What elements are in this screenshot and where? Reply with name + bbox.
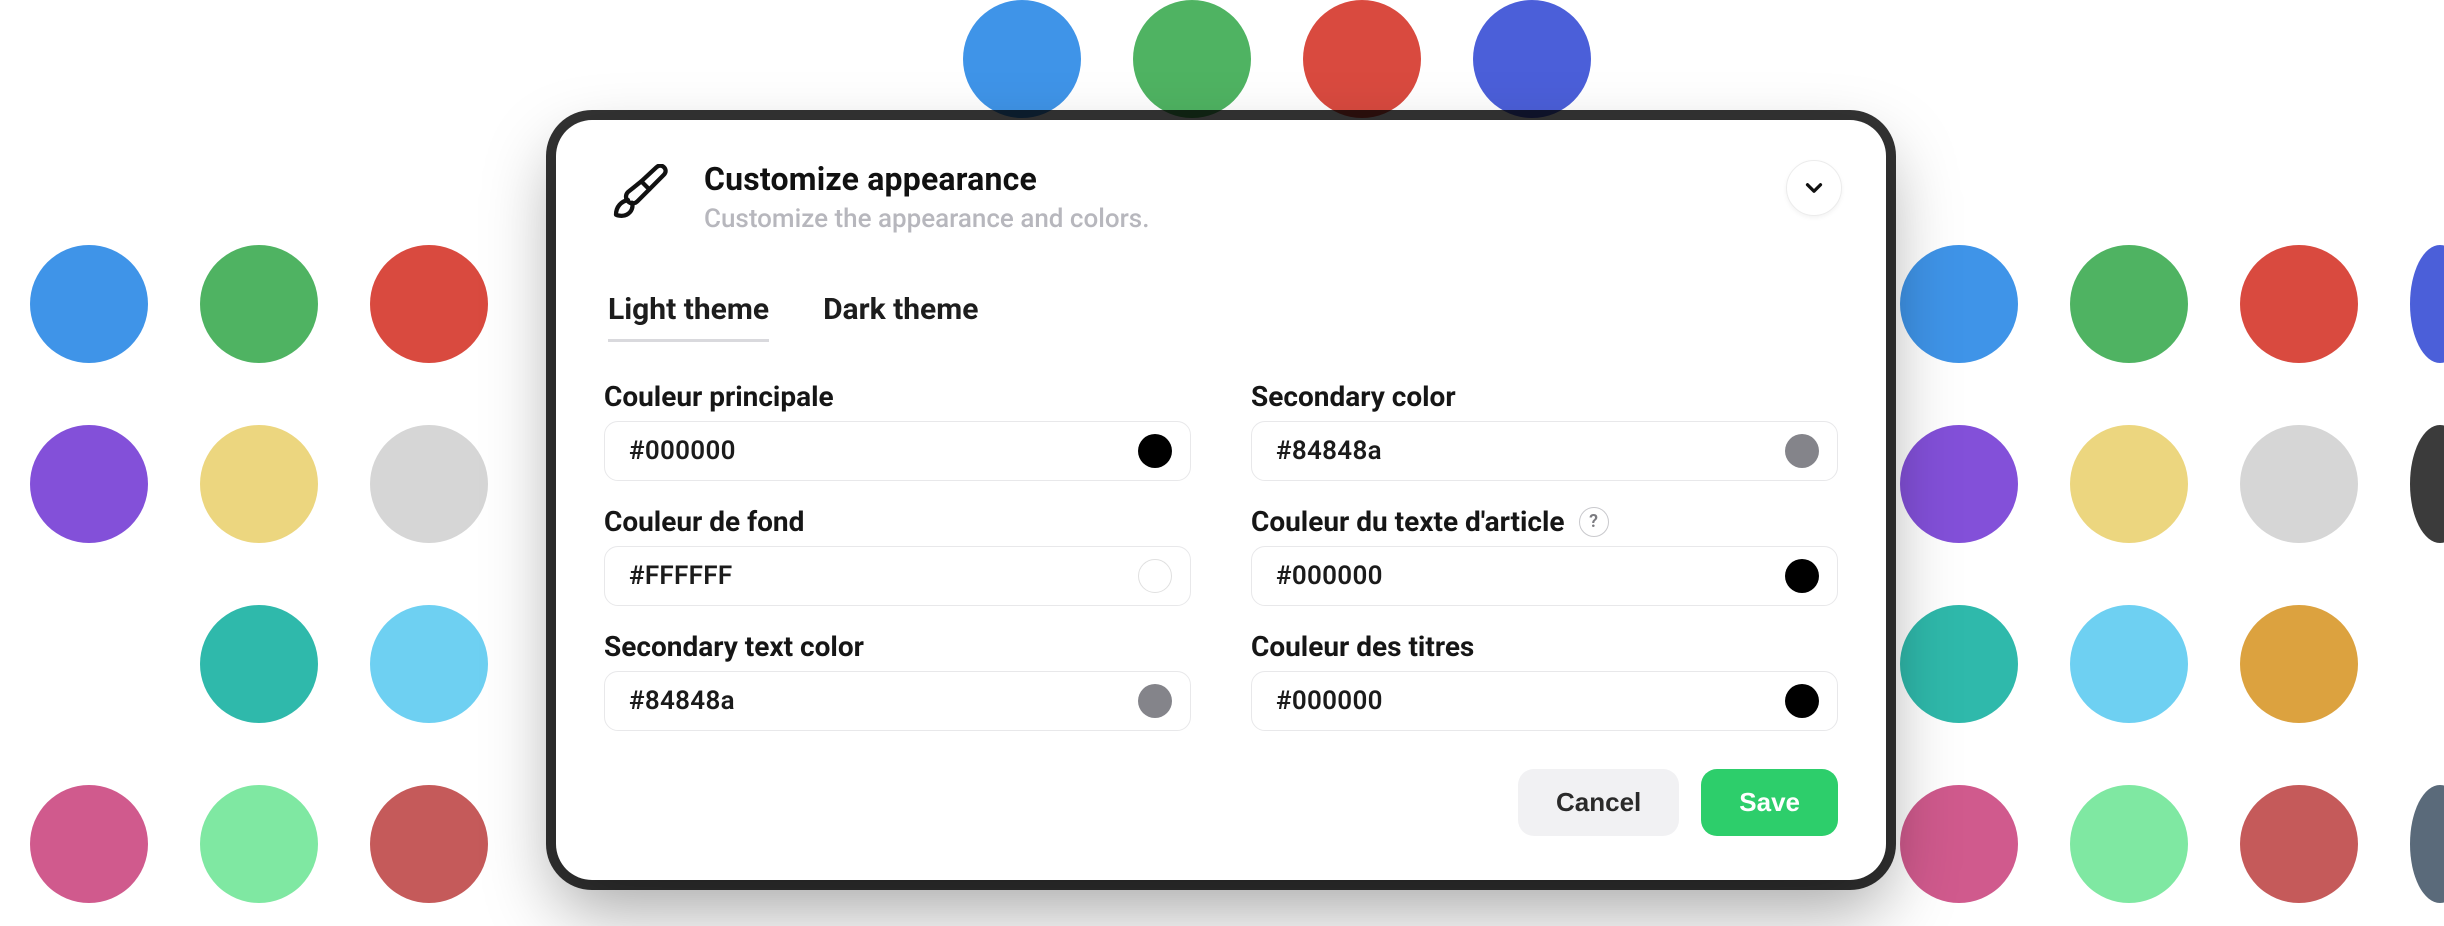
field-label: Couleur principale [604, 380, 1191, 413]
palette-dot [1900, 245, 2018, 363]
palette-dot [1303, 0, 1421, 118]
color-input-secondary[interactable]: #84848a [1251, 421, 1838, 481]
color-input-article-text[interactable]: #000000 [1251, 546, 1838, 606]
appearance-card: Customize appearance Customize the appea… [556, 120, 1886, 880]
color-swatch [1785, 434, 1819, 468]
palette-dot [200, 605, 318, 723]
card-subtitle: Customize the appearance and colors. [704, 204, 1149, 234]
palette-dot [2240, 785, 2358, 903]
palette-dot [200, 785, 318, 903]
field-label-text: Couleur du texte d'article [1251, 505, 1565, 538]
cancel-button[interactable]: Cancel [1518, 769, 1679, 836]
palette-dot [30, 425, 148, 543]
palette-dot [1900, 425, 2018, 543]
color-value: #84848a [629, 686, 735, 716]
tab-light-theme[interactable]: Light theme [608, 292, 769, 342]
palette-dot [370, 245, 488, 363]
field-article-text-color: Couleur du texte d'article ? #000000 [1251, 505, 1838, 606]
palette-dot [30, 785, 148, 903]
color-value: #000000 [629, 436, 736, 466]
color-input-secondary-text[interactable]: #84848a [604, 671, 1191, 731]
field-label: Couleur de fond [604, 505, 1191, 538]
field-secondary-text-color: Secondary text color #84848a [604, 630, 1191, 731]
palette-dot [963, 0, 1081, 118]
palette-dot [1900, 605, 2018, 723]
palette-dot [2070, 605, 2188, 723]
palette-dot [2410, 245, 2444, 363]
color-swatch [1138, 559, 1172, 593]
palette-dot [2070, 245, 2188, 363]
field-label: Couleur des titres [1251, 630, 1838, 663]
field-primary-color: Couleur principale #000000 [604, 380, 1191, 481]
color-swatch [1785, 559, 1819, 593]
color-value: #FFFFFF [629, 561, 732, 591]
palette-dot [2240, 425, 2358, 543]
color-swatch [1785, 684, 1819, 718]
palette-dot [30, 245, 148, 363]
tab-dark-theme[interactable]: Dark theme [823, 292, 978, 342]
palette-dot [370, 785, 488, 903]
palette-dot [2240, 245, 2358, 363]
color-value: #000000 [1276, 561, 1383, 591]
palette-dot [1900, 785, 2018, 903]
card-actions: Cancel Save [604, 769, 1838, 836]
field-secondary-color: Secondary color #84848a [1251, 380, 1838, 481]
field-background-color: Couleur de fond #FFFFFF [604, 505, 1191, 606]
color-value: #84848a [1276, 436, 1382, 466]
palette-dot [2070, 425, 2188, 543]
help-icon[interactable]: ? [1579, 507, 1609, 537]
field-label: Secondary text color [604, 630, 1191, 663]
field-titles-color: Couleur des titres #000000 [1251, 630, 1838, 731]
save-button[interactable]: Save [1701, 769, 1838, 836]
field-label: Secondary color [1251, 380, 1838, 413]
theme-tabs: Light theme Dark theme [604, 292, 1838, 342]
collapse-button[interactable] [1786, 160, 1842, 216]
color-input-primary[interactable]: #000000 [604, 421, 1191, 481]
card-title: Customize appearance [704, 160, 1149, 198]
palette-dot [370, 605, 488, 723]
palette-dot [1473, 0, 1591, 118]
color-value: #000000 [1276, 686, 1383, 716]
palette-dot [2410, 425, 2444, 543]
palette-dot [2410, 785, 2444, 903]
chevron-down-icon [1801, 175, 1827, 201]
palette-dot [2070, 785, 2188, 903]
palette-dot [200, 245, 318, 363]
color-swatch [1138, 434, 1172, 468]
palette-dot [370, 425, 488, 543]
color-swatch [1138, 684, 1172, 718]
palette-dot [2240, 605, 2358, 723]
color-input-background[interactable]: #FFFFFF [604, 546, 1191, 606]
brush-icon [604, 160, 676, 232]
palette-dot [200, 425, 318, 543]
palette-dot [1133, 0, 1251, 118]
color-input-titles[interactable]: #000000 [1251, 671, 1838, 731]
field-label: Couleur du texte d'article ? [1251, 505, 1838, 538]
color-fields: Couleur principale #000000 Secondary col… [604, 380, 1838, 731]
card-header: Customize appearance Customize the appea… [604, 160, 1838, 234]
